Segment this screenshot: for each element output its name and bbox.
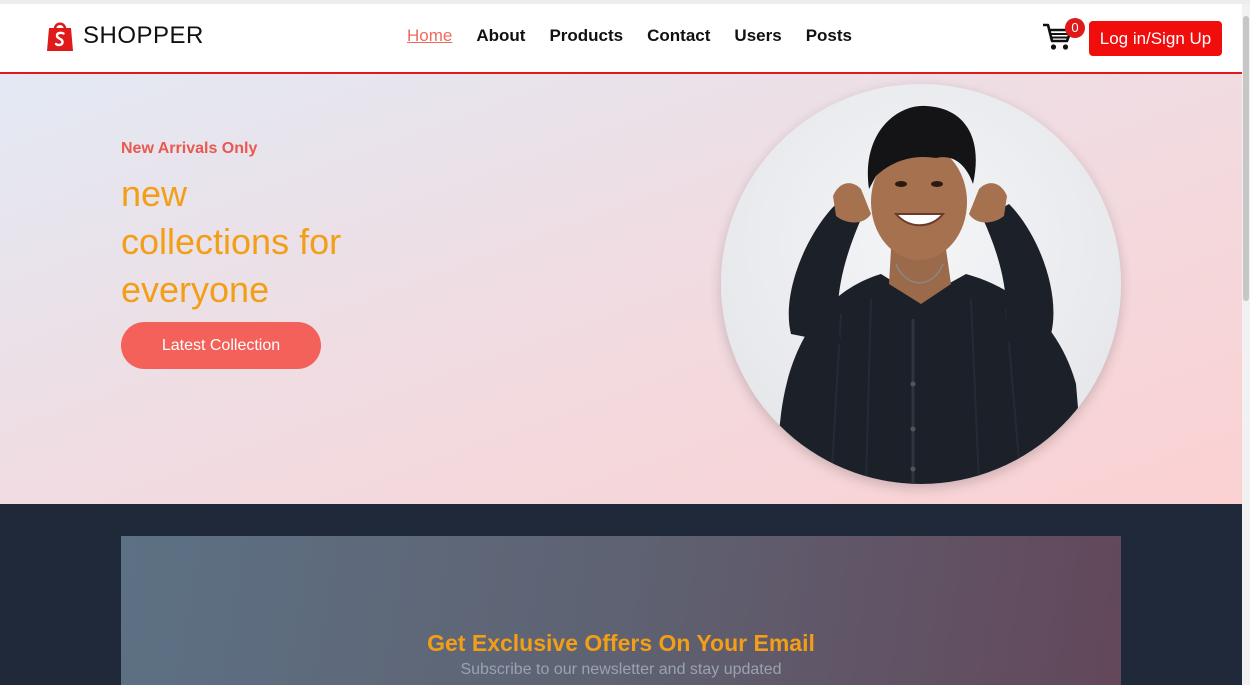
hero-model-image xyxy=(721,84,1121,484)
vertical-scrollbar[interactable] xyxy=(1242,4,1250,685)
hero-tagline: New Arrivals Only xyxy=(121,140,258,157)
nav-item-products[interactable]: Products xyxy=(549,26,623,46)
scrollbar-thumb[interactable] xyxy=(1243,16,1249,301)
nav-item-home[interactable]: Home xyxy=(407,26,452,46)
nav-item-users[interactable]: Users xyxy=(734,26,781,46)
hero-title-line: collections for xyxy=(121,221,342,262)
brand-name: SHOPPER xyxy=(83,22,204,49)
latest-collection-button[interactable]: Latest Collection xyxy=(121,322,321,369)
site-header: SHOPPER Home About Products Contact User… xyxy=(0,4,1242,74)
newsletter-subtitle: Subscribe to our newsletter and stay upd… xyxy=(460,661,782,678)
hero-title-line: everyone xyxy=(121,269,270,310)
hero-section: New Arrivals Only new collections for ev… xyxy=(0,74,1242,504)
hero-title: new collections for everyone xyxy=(121,170,481,314)
newsletter-section: Get Exclusive Offers On Your Email Subsc… xyxy=(0,504,1242,685)
brand[interactable]: SHOPPER xyxy=(46,20,204,52)
main-nav: Home About Products Contact Users Posts xyxy=(395,26,864,46)
nav-item-contact[interactable]: Contact xyxy=(647,26,710,46)
model-photo-illustration xyxy=(773,105,1085,484)
shopping-bag-icon xyxy=(47,22,73,51)
cart-count-badge: 0 xyxy=(1065,18,1085,38)
newsletter-card: Get Exclusive Offers On Your Email Subsc… xyxy=(121,536,1121,685)
login-signup-button[interactable]: Log in/Sign Up xyxy=(1089,21,1222,56)
hero-title-line: new xyxy=(121,173,188,214)
nav-item-about[interactable]: About xyxy=(476,26,525,46)
newsletter-title: Get Exclusive Offers On Your Email xyxy=(427,630,815,656)
nav-item-posts[interactable]: Posts xyxy=(806,26,852,46)
